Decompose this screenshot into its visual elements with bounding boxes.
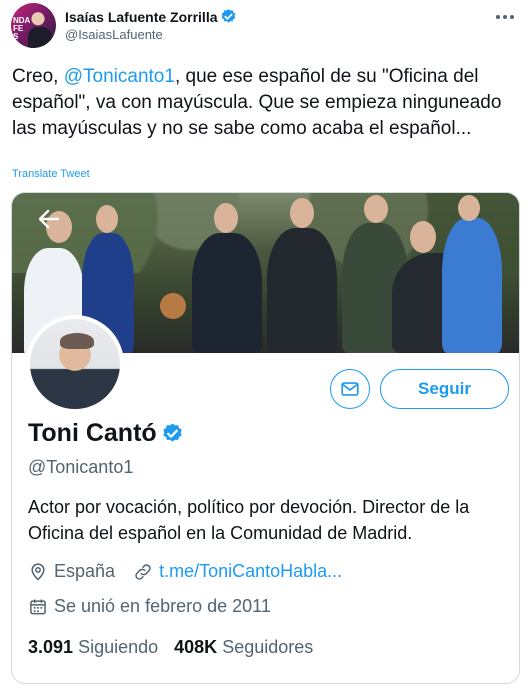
- banner-head: [214, 203, 238, 233]
- follow-button[interactable]: Seguir: [380, 369, 509, 409]
- banner-head: [458, 195, 480, 221]
- back-arrow-icon[interactable]: [36, 206, 62, 232]
- avatar-figure: [28, 27, 52, 48]
- followers-link[interactable]: 408K Seguidores: [174, 637, 313, 657]
- author-name[interactable]: Isaías Lafuente Zorrilla: [65, 8, 237, 25]
- message-button[interactable]: [330, 369, 370, 409]
- mention-link[interactable]: @Tonicanto1: [64, 66, 175, 87]
- banner-head: [96, 205, 118, 233]
- profile-name[interactable]: Toni Cantó: [28, 419, 184, 448]
- profile-handle[interactable]: @Tonicanto1: [28, 457, 133, 478]
- profile-joined-date: Se unió en febrero de 2011: [54, 596, 271, 616]
- banner-ball: [160, 293, 186, 319]
- author-handle[interactable]: @IsaiasLafuente: [65, 27, 163, 42]
- more-icon[interactable]: [494, 10, 516, 24]
- verified-badge-icon: [221, 9, 235, 23]
- following-link[interactable]: 3.091 Siguiendo: [28, 637, 158, 657]
- mail-icon: [341, 382, 359, 396]
- profile-location: España: [54, 561, 116, 581]
- banner-head: [410, 221, 436, 253]
- banner-person: [442, 218, 502, 353]
- verified-badge-icon: [162, 423, 182, 442]
- banner-head: [364, 195, 388, 223]
- profile-meta-joined-row: Se unió en febrero de 2011: [28, 596, 271, 617]
- profile-photo[interactable]: [26, 315, 124, 413]
- translate-tweet-link[interactable]: Translate Tweet: [12, 168, 90, 180]
- profile-card[interactable]: Seguir Toni Cantó @Tonicanto1 Actor por …: [11, 192, 520, 684]
- profile-stats: 3.091 Siguiendo 408K Seguidores: [28, 637, 313, 658]
- calendar-icon: [30, 599, 46, 614]
- banner-person: [192, 233, 262, 353]
- tweet: NDA FE S Isaías Lafuente Zorrilla @IsaiasL…: [0, 0, 531, 689]
- profile-website-link[interactable]: t.me/ToniCantoHabla...: [159, 561, 342, 582]
- profile-photo-hair: [60, 333, 94, 349]
- banner-head: [290, 198, 314, 228]
- banner-person: [267, 228, 337, 353]
- location-pin-icon: [31, 562, 45, 581]
- link-icon: [135, 563, 151, 580]
- profile-meta-location-row: España t.me/ToniCantoHabla...: [28, 561, 342, 582]
- author-avatar[interactable]: NDA FE S: [11, 3, 56, 48]
- profile-bio: Actor por vocación, político por devoció…: [28, 497, 470, 543]
- tweet-text: Creo, @Tonicanto1, que ese español de su…: [12, 66, 502, 139]
